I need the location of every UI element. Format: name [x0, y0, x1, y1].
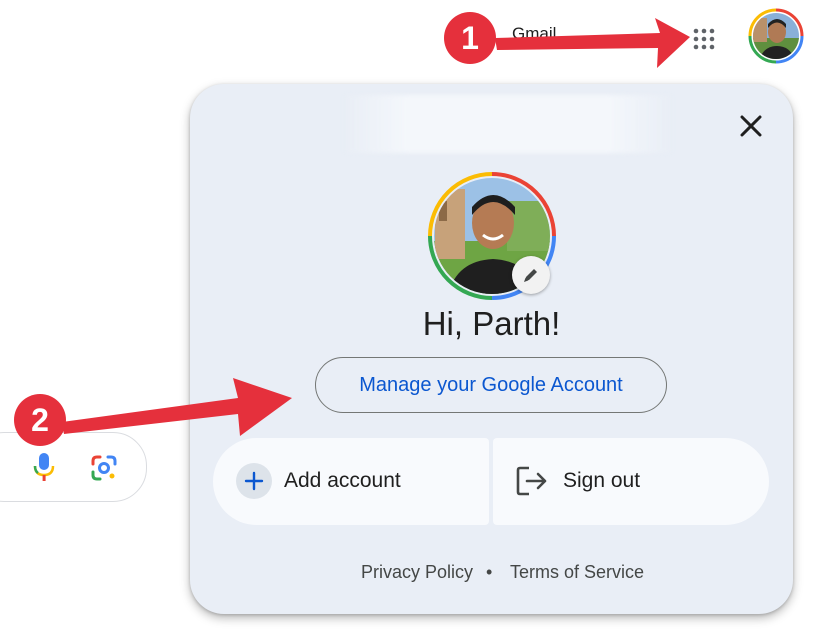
terms-of-service-link[interactable]: Terms of Service: [510, 562, 644, 583]
google-lens-icon[interactable]: [90, 454, 118, 482]
manage-account-button[interactable]: Manage your Google Account: [315, 357, 667, 413]
greeting-text: Hi, Parth!: [422, 305, 561, 342]
sign-out-icon: [516, 466, 547, 496]
apps-grid-icon[interactable]: [692, 27, 716, 51]
step-1-badge: 1: [444, 12, 496, 64]
sign-out-label: Sign out: [563, 469, 641, 492]
step-2-badge: 2: [14, 394, 66, 446]
edit-photo-button[interactable]: [512, 256, 550, 294]
gmail-link[interactable]: Gmail: [512, 24, 556, 44]
add-account-label: Add account: [284, 469, 401, 492]
account-popup-card: [190, 84, 793, 614]
microphone-icon[interactable]: [33, 452, 55, 482]
privacy-policy-link[interactable]: Privacy Policy: [361, 562, 473, 583]
footer-separator: •: [486, 562, 493, 582]
pencil-icon: [524, 269, 537, 282]
close-icon[interactable]: [735, 110, 767, 142]
plus-icon: [236, 463, 272, 499]
account-avatar-icon[interactable]: [748, 8, 804, 64]
search-box[interactable]: [0, 432, 147, 502]
redacted-email: [343, 95, 673, 153]
